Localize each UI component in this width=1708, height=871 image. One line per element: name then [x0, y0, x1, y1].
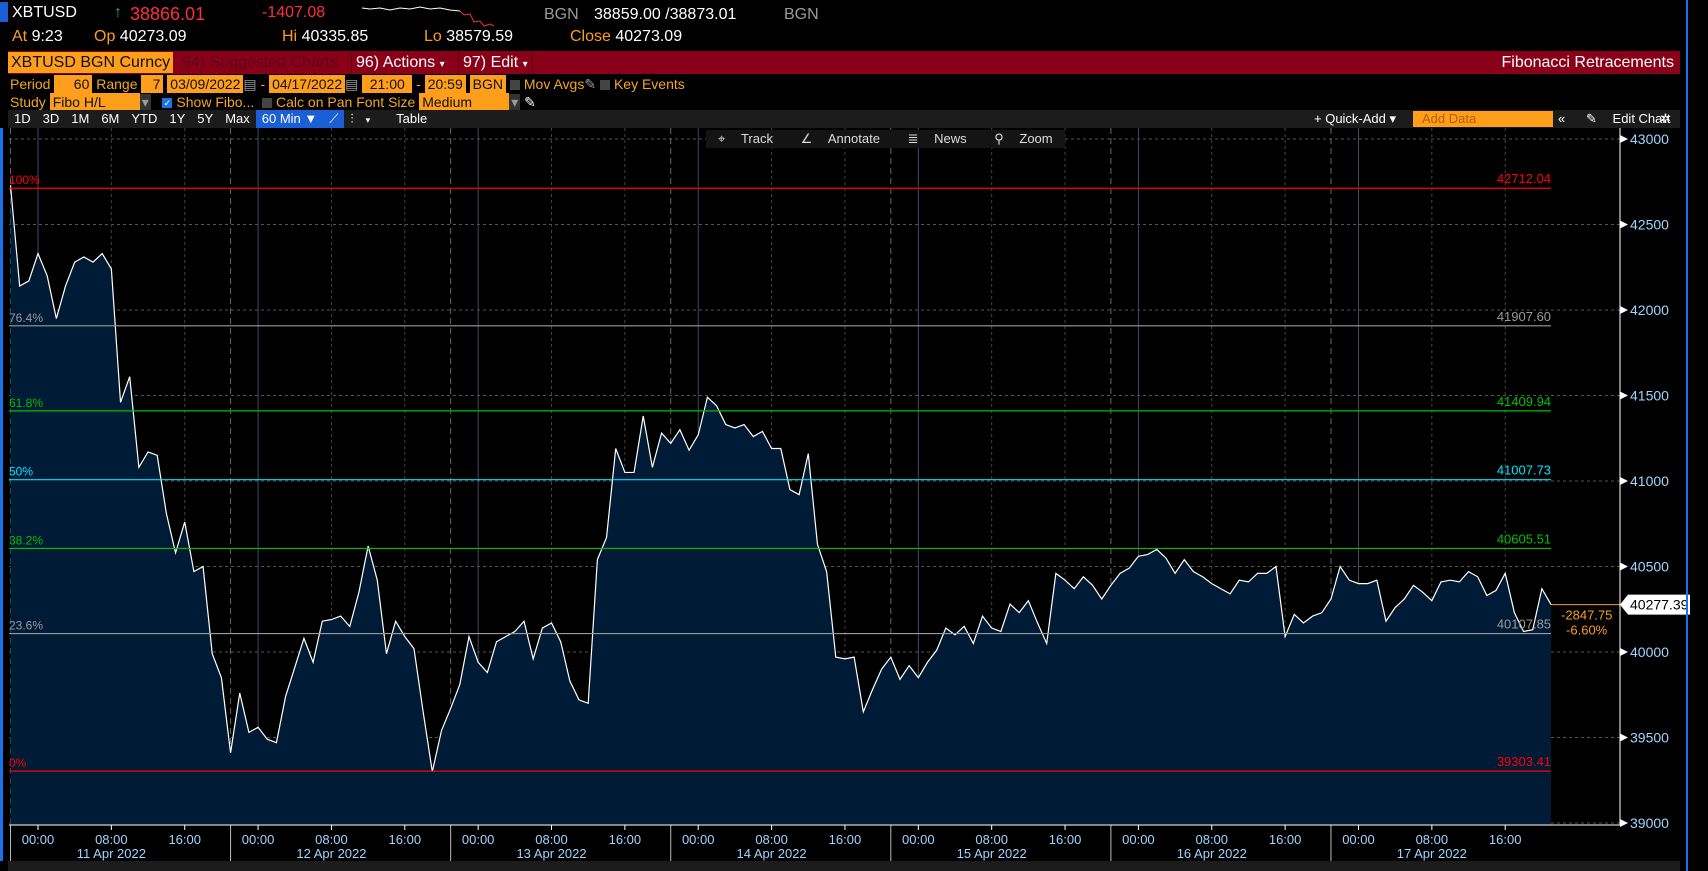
- zoom-label: Zoom: [1019, 131, 1053, 146]
- news-button[interactable]: ≣ News: [896, 131, 979, 146]
- y-tick-marker: [1620, 306, 1628, 314]
- fib-pct-label: 76.4%: [9, 311, 43, 325]
- y-tick-label: 40000: [1630, 644, 1669, 660]
- window-edge: [1686, 0, 1688, 871]
- x-tick-label: 08:00: [315, 832, 348, 847]
- y-tick-marker: [1620, 135, 1628, 143]
- y-tick-marker: [1620, 819, 1628, 827]
- x-tick-label: 16:00: [829, 832, 862, 847]
- y-tick-marker: [1620, 648, 1628, 656]
- chart-controls: ⌖ Track ∠ Annotate ≣ News ⚲ Zoom: [706, 130, 1065, 148]
- y-tick-marker: [1620, 220, 1628, 229]
- x-tick-label: 16:00: [389, 832, 422, 847]
- y-tick-label: 39500: [1630, 730, 1669, 746]
- y-tick-label: 43000: [1630, 131, 1669, 147]
- fib-value-label: 41007.73: [1497, 463, 1551, 478]
- fib-value-label: 40605.51: [1497, 531, 1551, 546]
- y-tick-label: 39000: [1630, 815, 1669, 831]
- fib-pct-label: 61.8%: [9, 396, 43, 410]
- x-tick-label: 16:00: [1049, 832, 1082, 847]
- zoom-button[interactable]: ⚲ Zoom: [982, 131, 1064, 146]
- x-tick-label: 16:00: [168, 832, 201, 847]
- fib-value-label: 40107.85: [1497, 617, 1551, 632]
- x-tick-label: 08:00: [1195, 832, 1228, 847]
- x-date-label: 14 Apr 2022: [737, 846, 807, 861]
- x-date-label: 15 Apr 2022: [957, 846, 1027, 861]
- fib-pct-label: 0%: [9, 756, 27, 770]
- news-icon: ≣: [907, 131, 919, 146]
- status-bar: [8, 861, 1680, 871]
- x-tick-label: 08:00: [755, 832, 788, 847]
- track-label: Track: [740, 131, 773, 146]
- fib-value-label: 39303.41: [1497, 754, 1551, 769]
- x-tick-label: 16:00: [1489, 832, 1522, 847]
- x-date-label: 12 Apr 2022: [296, 846, 366, 861]
- y-tick-marker: [1620, 391, 1628, 400]
- y-tick-label: 41500: [1630, 388, 1669, 404]
- annotate-icon: ∠: [800, 131, 813, 146]
- fib-pct-label: 100%: [9, 173, 40, 187]
- x-tick-label: 08:00: [1416, 832, 1449, 847]
- crosshair-icon: ⌖: [718, 131, 726, 146]
- annotate-button[interactable]: ∠ Annotate: [789, 131, 892, 146]
- fib-value-label: 41907.60: [1497, 309, 1551, 324]
- x-tick-label: 00:00: [1122, 832, 1155, 847]
- x-tick-label: 08:00: [535, 832, 568, 847]
- x-tick-label: 00:00: [22, 832, 55, 847]
- fib-value-label: 42712.04: [1497, 171, 1551, 186]
- y-tick-label: 41000: [1630, 473, 1669, 489]
- x-tick-label: 08:00: [95, 832, 128, 847]
- fib-pct-label: 38.2%: [9, 533, 43, 547]
- x-date-label: 16 Apr 2022: [1177, 846, 1247, 861]
- y-tick-marker: [1620, 562, 1628, 571]
- x-tick-label: 00:00: [1342, 832, 1375, 847]
- x-tick-label: 16:00: [1269, 832, 1302, 847]
- x-tick-label: 08:00: [975, 832, 1008, 847]
- x-tick-label: 00:00: [462, 832, 495, 847]
- y-tick-marker: [1620, 477, 1628, 485]
- x-tick-label: 00:00: [682, 832, 715, 847]
- y-tick-label: 40500: [1630, 559, 1669, 575]
- track-button[interactable]: ⌖ Track: [706, 131, 785, 146]
- fib-pct-label: 50%: [9, 465, 33, 479]
- x-tick-label: 00:00: [242, 832, 275, 847]
- left-edge: [0, 128, 3, 861]
- x-tick-label: 00:00: [902, 832, 935, 847]
- pct-change-label: -6.60%: [1566, 623, 1608, 638]
- fib-pct-label: 23.6%: [9, 619, 43, 633]
- magnifier-icon: ⚲: [994, 131, 1004, 146]
- x-date-label: 11 Apr 2022: [77, 846, 146, 861]
- annotate-label: Annotate: [827, 131, 880, 146]
- y-tick-label: 42500: [1630, 217, 1669, 233]
- y-tick-marker: [1620, 733, 1628, 742]
- x-date-label: 17 Apr 2022: [1397, 846, 1467, 861]
- y-tick-label: 42000: [1630, 302, 1669, 318]
- net-change-label: -2847.75: [1561, 608, 1612, 623]
- x-date-label: 13 Apr 2022: [516, 846, 586, 861]
- fib-value-label: 41409.94: [1497, 394, 1551, 409]
- x-tick-label: 16:00: [609, 832, 642, 847]
- last-value-label: 40277.39: [1630, 597, 1689, 613]
- news-label: News: [934, 131, 967, 146]
